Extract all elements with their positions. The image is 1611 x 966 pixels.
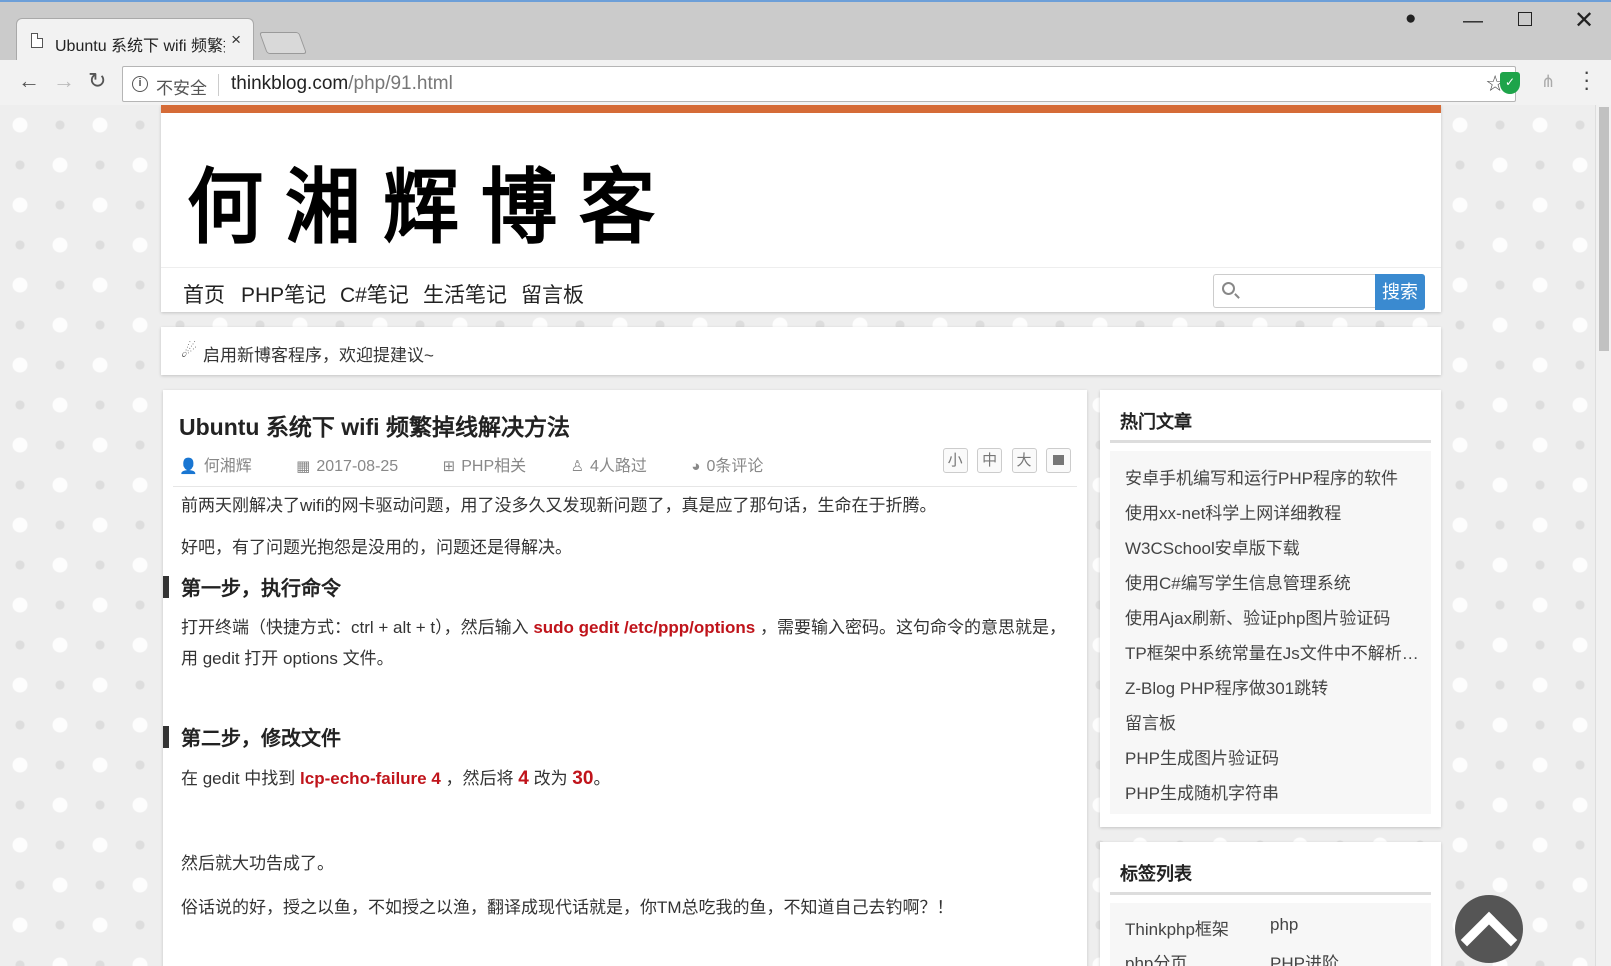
calendar-icon: ▦ <box>296 458 311 475</box>
tab-close-icon[interactable]: × <box>231 30 241 50</box>
paragraph: 打开终端（快捷方式：ctrl + alt + t），然后输入 sudo gedi… <box>181 618 1066 668</box>
browser-chrome: Ubuntu 系统下 wifi 频繁掉线解决方法 × ● — ✕ ← → ↻ i… <box>0 0 1611 107</box>
url-text[interactable]: thinkblog.com/php/91.html <box>231 73 453 95</box>
font-medium-button[interactable]: 中 <box>977 448 1003 473</box>
meta-date: ▦ 2017-08-25 <box>296 458 399 475</box>
divider <box>1110 440 1431 443</box>
window-close-icon[interactable]: ✕ <box>1574 6 1594 35</box>
notice-bar: ☄ 启用新博客程序，欢迎提建议~ <box>161 327 1441 375</box>
walker-icon: ♙ <box>570 458 585 475</box>
browser-toolbar: ← → ↻ i 不安全 thinkblog.com/php/91.html ☆ <box>0 60 1611 107</box>
paragraph: 然后就大功告成了。 <box>181 854 334 873</box>
back-arrow-icon[interactable]: ← <box>18 68 40 94</box>
paragraph: 在 gedit 中找到 lcp-echo-failure 4 ，然后将 4 改为… <box>181 768 611 789</box>
page-icon <box>31 33 43 48</box>
main-nav: 首页 PHP笔记 C#笔记 生活笔记 留言板 搜索 <box>161 267 1441 312</box>
security-label[interactable]: 不安全 <box>156 74 207 99</box>
notice-text: 启用新博客程序，欢迎提建议~ <box>203 346 434 365</box>
list-item[interactable]: PHP生成随机字符串 <box>1110 776 1431 811</box>
forward-arrow-icon[interactable]: → <box>53 68 75 94</box>
user-add-icon: 👤 <box>179 458 198 475</box>
article-title[interactable]: Ubuntu 系统下 wifi 频繁掉线解决方法 <box>179 408 570 442</box>
paragraph: 好吧，有了问题光抱怨是没用的，问题还是得解决。 <box>181 538 572 557</box>
url-host: thinkblog.com <box>231 73 349 94</box>
address-bar[interactable]: i 不安全 thinkblog.com/php/91.html ☆ <box>122 66 1516 102</box>
back-to-top-button[interactable] <box>1455 895 1523 966</box>
list-item[interactable]: PHP生成图片验证码 <box>1110 741 1431 776</box>
browser-tab[interactable]: Ubuntu 系统下 wifi 频繁掉线解决方法 × <box>16 18 254 62</box>
list-item[interactable]: W3CSchool安卓版下载 <box>1110 531 1431 566</box>
article-meta: 👤 何湘辉 ▦ 2017-08-25 ⊞ PHP相关 ♙ 4人路过 ◕ 0条评论 <box>179 452 803 476</box>
browser-menu-icon[interactable]: · · · <box>1583 61 1590 99</box>
tag-item[interactable]: php <box>1270 915 1298 935</box>
list-item[interactable]: 使用Ajax刷新、验证php图片验证码 <box>1110 601 1431 636</box>
list-item[interactable]: 安卓手机编写和运行PHP程序的软件 <box>1110 461 1431 496</box>
nav-item-php[interactable]: PHP笔记 <box>241 279 326 309</box>
network-extension-icon[interactable]: ⋔ <box>1541 72 1555 92</box>
tag-list: Thinkphp框架 php php分页 PHP进阶 <box>1110 903 1431 966</box>
search-icon <box>1222 282 1235 295</box>
section-heading: 第二步，修改文件 <box>181 728 341 750</box>
scrollbar-thumb[interactable] <box>1599 107 1609 351</box>
tag-item[interactable]: Thinkphp框架 <box>1125 915 1229 940</box>
grid-icon: ⊞ <box>442 458 456 475</box>
divider <box>173 486 1077 487</box>
site-logo[interactable]: 何湘辉博客 <box>187 141 677 260</box>
font-size-controls: 小 中 大 <box>938 448 1071 473</box>
page-scrollbar[interactable] <box>1595 105 1611 966</box>
font-large-button[interactable]: 大 <box>1011 448 1037 473</box>
search-input[interactable] <box>1213 274 1375 308</box>
nav-item-life[interactable]: 生活笔记 <box>423 279 507 309</box>
nav-item-guestbook[interactable]: 留言板 <box>521 279 584 309</box>
hot-articles-title: 热门文章 <box>1120 412 1192 432</box>
paragraph: 俗话说的好，授之以鱼，不如授之以渔，翻译成现代话就是，你TM总吃我的鱼，不知道自… <box>181 898 954 917</box>
config-key-text: lcp-echo-failure 4 <box>300 769 441 788</box>
reader-mode-button[interactable] <box>1046 448 1071 473</box>
search-button[interactable]: 搜索 <box>1375 274 1425 310</box>
tag-item[interactable]: PHP进阶 <box>1270 949 1339 966</box>
meta-comments[interactable]: ◕ 0条评论 <box>691 452 783 476</box>
nav-item-csharp[interactable]: C#笔记 <box>340 279 409 309</box>
divider <box>1110 892 1431 895</box>
reload-icon[interactable]: ↻ <box>88 68 106 94</box>
tags-panel: 标签列表 Thinkphp框架 php php分页 PHP进阶 <box>1100 842 1441 966</box>
broadcast-icon: ☄ <box>181 341 198 361</box>
meta-views: ♙ 4人路过 <box>570 458 647 475</box>
new-tab-button[interactable] <box>258 32 308 54</box>
shield-extension-icon[interactable]: ✓ <box>1500 72 1520 94</box>
info-icon[interactable]: i <box>132 76 148 92</box>
maximize-icon[interactable] <box>1518 12 1532 26</box>
meta-category[interactable]: ⊞ PHP相关 <box>443 452 546 476</box>
section-heading: 第一步，执行命令 <box>181 578 341 600</box>
hot-articles-list: 安卓手机编写和运行PHP程序的软件 使用xx-net科学上网详细教程 W3CSc… <box>1110 451 1431 814</box>
list-item[interactable]: 使用xx-net科学上网详细教程 <box>1110 496 1431 531</box>
hot-articles-panel: 热门文章 安卓手机编写和运行PHP程序的软件 使用xx-net科学上网详细教程 … <box>1100 390 1441 827</box>
minimize-icon[interactable]: — <box>1463 10 1483 33</box>
nav-item-home[interactable]: 首页 <box>183 279 225 309</box>
tags-title: 标签列表 <box>1120 864 1192 884</box>
list-item[interactable]: TP框架中系统常量在Js文件中不解析的问题 <box>1110 636 1431 671</box>
command-text: sudo gedit /etc/ppp/options <box>533 618 756 637</box>
list-item[interactable]: Z-Blog PHP程序做301跳转 <box>1110 671 1431 706</box>
old-value: 4 <box>518 768 529 789</box>
list-item[interactable]: 使用C#编写学生信息管理系统 <box>1110 566 1431 601</box>
heading-marker <box>163 576 169 598</box>
divider <box>218 74 219 96</box>
tab-title: Ubuntu 系统下 wifi 频繁掉线解决方法 <box>55 38 225 55</box>
font-small-button[interactable]: 小 <box>942 448 968 473</box>
site-header: 何湘辉博客 首页 PHP笔记 C#笔记 生活笔记 留言板 搜索 <box>161 105 1441 312</box>
meta-author[interactable]: 👤 何湘辉 <box>179 452 272 476</box>
heading-marker <box>163 726 169 748</box>
new-value: 30 <box>572 768 594 789</box>
paragraph: 前两天刚解决了wifi的网卡驱动问题，用了没多久又发现新问题了，真是应了那句话，… <box>181 496 937 515</box>
article-panel: Ubuntu 系统下 wifi 频繁掉线解决方法 👤 何湘辉 ▦ 2017-08-2… <box>163 390 1087 966</box>
list-item[interactable]: 留言板 <box>1110 706 1431 741</box>
comment-icon: ◕ <box>691 458 701 475</box>
tag-item[interactable]: php分页 <box>1125 949 1187 966</box>
page-viewport: 何湘辉博客 首页 PHP笔记 C#笔记 生活笔记 留言板 搜索 ☄ 启用新博客程… <box>0 105 1595 966</box>
profile-icon[interactable]: ● <box>1405 8 1416 30</box>
url-path: /php/91.html <box>348 73 453 94</box>
